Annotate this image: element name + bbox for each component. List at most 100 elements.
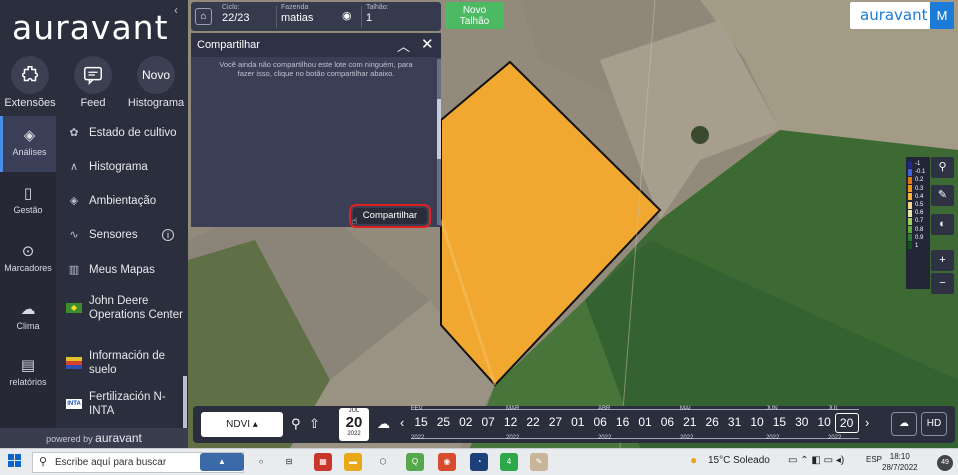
app-icon[interactable]: ▦ <box>314 453 332 471</box>
zoom-out-button[interactable]: − <box>931 273 954 294</box>
menu-item-sensores[interactable]: ∿ Sensores i <box>66 228 184 242</box>
zoom-in-button[interactable]: + <box>931 250 954 271</box>
menu-item-ambientacao[interactable]: ◈ Ambientação <box>66 194 184 208</box>
timeline-day[interactable]: 25 <box>431 415 455 429</box>
legend-item: 1 <box>906 242 930 250</box>
timeline-day[interactable]: 27 <box>543 415 567 429</box>
timeline-day[interactable]: 15 <box>409 415 433 429</box>
language-indicator[interactable]: ESP <box>866 455 882 464</box>
close-icon[interactable]: ✕ <box>421 35 434 53</box>
date-year: 2022 <box>347 431 361 437</box>
cloud-off-icon[interactable]: ☁ <box>891 412 917 436</box>
clock[interactable]: 18:10 28/7/2022 <box>882 451 918 473</box>
cloud-filter-icon[interactable]: ☁ <box>377 416 390 432</box>
auravant-logo[interactable]: auravant <box>12 8 169 47</box>
app-icon[interactable]: ⬡ <box>374 453 392 471</box>
plot-selector[interactable]: Talhão: 1 <box>366 4 389 24</box>
info-icon[interactable]: i <box>162 229 174 241</box>
timeline-day[interactable]: 30 <box>790 415 814 429</box>
nav-item-analises[interactable]: ◈ Análises <box>0 116 56 172</box>
windows-start-icon[interactable] <box>8 454 22 468</box>
location-pin-icon[interactable]: ⚲ <box>931 157 954 178</box>
nav-item-marcadores[interactable]: ⊙ Marcadores <box>0 232 56 288</box>
timeline-day[interactable]: 15 <box>767 415 791 429</box>
timeline-day[interactable]: 06 <box>655 415 679 429</box>
layer-toggle-icon[interactable]: ◐ <box>931 214 954 235</box>
timeline-day[interactable]: 22 <box>521 415 545 429</box>
upload-icon[interactable]: ⇧ <box>309 416 320 432</box>
sun-icon: ● <box>690 453 698 467</box>
powered-prefix: powered by <box>46 434 93 444</box>
hd-button[interactable]: HD <box>921 412 947 436</box>
menu-item-meus-mapas[interactable]: ▥ Meus Mapas <box>66 263 184 277</box>
date-picker[interactable]: JUL 20 2022 <box>339 408 369 441</box>
quick-action-extensions[interactable]: Extensões <box>0 56 60 109</box>
menu-item-estado-de-cultivo[interactable]: ✿ Estado de cultivo <box>66 126 184 140</box>
next-arrow-icon[interactable]: › <box>865 415 869 430</box>
plot-caption: Talhão: <box>366 4 389 11</box>
farm-selector[interactable]: Fazenda matias <box>281 4 313 24</box>
timeline-day[interactable]: 16 <box>611 415 635 429</box>
task-view-icon[interactable]: ○ <box>252 453 270 471</box>
qgis-icon[interactable]: Q <box>406 453 424 471</box>
file-explorer-icon[interactable]: ▬ <box>344 453 362 471</box>
quick-action-feed[interactable]: Feed <box>63 56 123 109</box>
menu-item-john-deere[interactable]: ◆ John Deere Operations Center <box>66 294 184 322</box>
auravant-logo[interactable]: auravant <box>860 6 928 24</box>
timeline-day[interactable]: 06 <box>588 415 612 429</box>
farm-caption: Fazenda <box>281 4 309 11</box>
search-icon[interactable]: ⚲ <box>291 416 301 432</box>
powered-by: powered by auravant <box>0 428 188 448</box>
prev-arrow-icon[interactable]: ‹ <box>400 415 404 430</box>
feed-icon <box>74 56 112 94</box>
layer-select[interactable]: NDVI ▴ <box>201 412 283 437</box>
timeline-day[interactable]: 07 <box>476 415 500 429</box>
nav-item-label: Análises <box>12 147 47 157</box>
timeline-day-selected[interactable]: 20 <box>834 413 859 433</box>
timeline-day[interactable]: 21 <box>678 415 702 429</box>
collapse-sidebar-icon[interactable]: ‹ <box>174 3 178 17</box>
avatar[interactable]: M <box>930 2 954 29</box>
tree-cluster <box>691 126 709 144</box>
cycle-selector[interactable]: Ciclo: 22/23 <box>222 4 250 24</box>
legend-label: 1 <box>915 242 919 249</box>
quick-action-histogram[interactable]: Novo Histograma <box>126 56 186 109</box>
timeline-day[interactable]: 01 <box>633 415 657 429</box>
menu-item-informacion-de-suelo[interactable]: Información de suelo <box>66 349 184 377</box>
app-icon[interactable]: ◔ <box>470 453 488 471</box>
inta-icon: INTA <box>66 399 82 409</box>
sidebar-scrollbar[interactable] <box>183 376 187 428</box>
app-icon[interactable]: ✎ <box>530 453 548 471</box>
nav-item-gestao[interactable]: ▯ Gestão <box>0 174 56 230</box>
weather-text[interactable]: 15°C Soleado <box>708 455 770 466</box>
menu-item-histograma[interactable]: ∧ Histograma <box>66 160 184 174</box>
home-icon[interactable]: ⌂ <box>195 8 212 25</box>
timeline-month: JUL <box>828 406 839 412</box>
legend-label: 0.7 <box>915 218 924 225</box>
nav-item-relatorios[interactable]: ▤ relatórios <box>0 346 56 402</box>
whatsapp-icon[interactable]: 4 <box>500 453 518 471</box>
timeline-day[interactable]: 26 <box>700 415 724 429</box>
timeline-day[interactable]: 10 <box>812 415 836 429</box>
new-plot-button[interactable]: Novo Talhão <box>445 2 504 29</box>
menu-item-fertilizacion[interactable]: INTA Fertilización N-INTA <box>66 390 184 418</box>
nav-item-clima[interactable]: ☁ Clima <box>0 290 56 346</box>
timeline-day[interactable]: 10 <box>745 415 769 429</box>
legend-item: 0.4 <box>906 193 930 201</box>
timeline-day[interactable]: 12 <box>499 415 523 429</box>
histogram-icon: ∧ <box>69 161 79 173</box>
panel-scrollbar[interactable] <box>437 59 441 225</box>
timeline-day[interactable]: 01 <box>566 415 590 429</box>
timeline-day[interactable]: 31 <box>723 415 747 429</box>
chrome-icon[interactable]: ◉ <box>438 453 456 471</box>
widgets-icon[interactable]: ▲ <box>200 453 244 471</box>
eye-icon[interactable]: ◉ <box>342 9 352 22</box>
chevron-up-icon[interactable]: ︿ <box>397 36 410 55</box>
timeline-day[interactable]: 02 <box>454 415 478 429</box>
notifications-badge[interactable]: 49 <box>937 455 953 471</box>
share-button[interactable]: Compartilhar <box>349 204 431 228</box>
ruler-icon[interactable]: ✎ <box>931 185 954 206</box>
menu-item-label: Fertilización N-INTA <box>89 391 166 417</box>
tray-icons[interactable]: ▭ ⌃ ◧ ▭ ◂) <box>788 455 844 466</box>
grid-app-icon[interactable]: ⊟ <box>280 453 298 471</box>
